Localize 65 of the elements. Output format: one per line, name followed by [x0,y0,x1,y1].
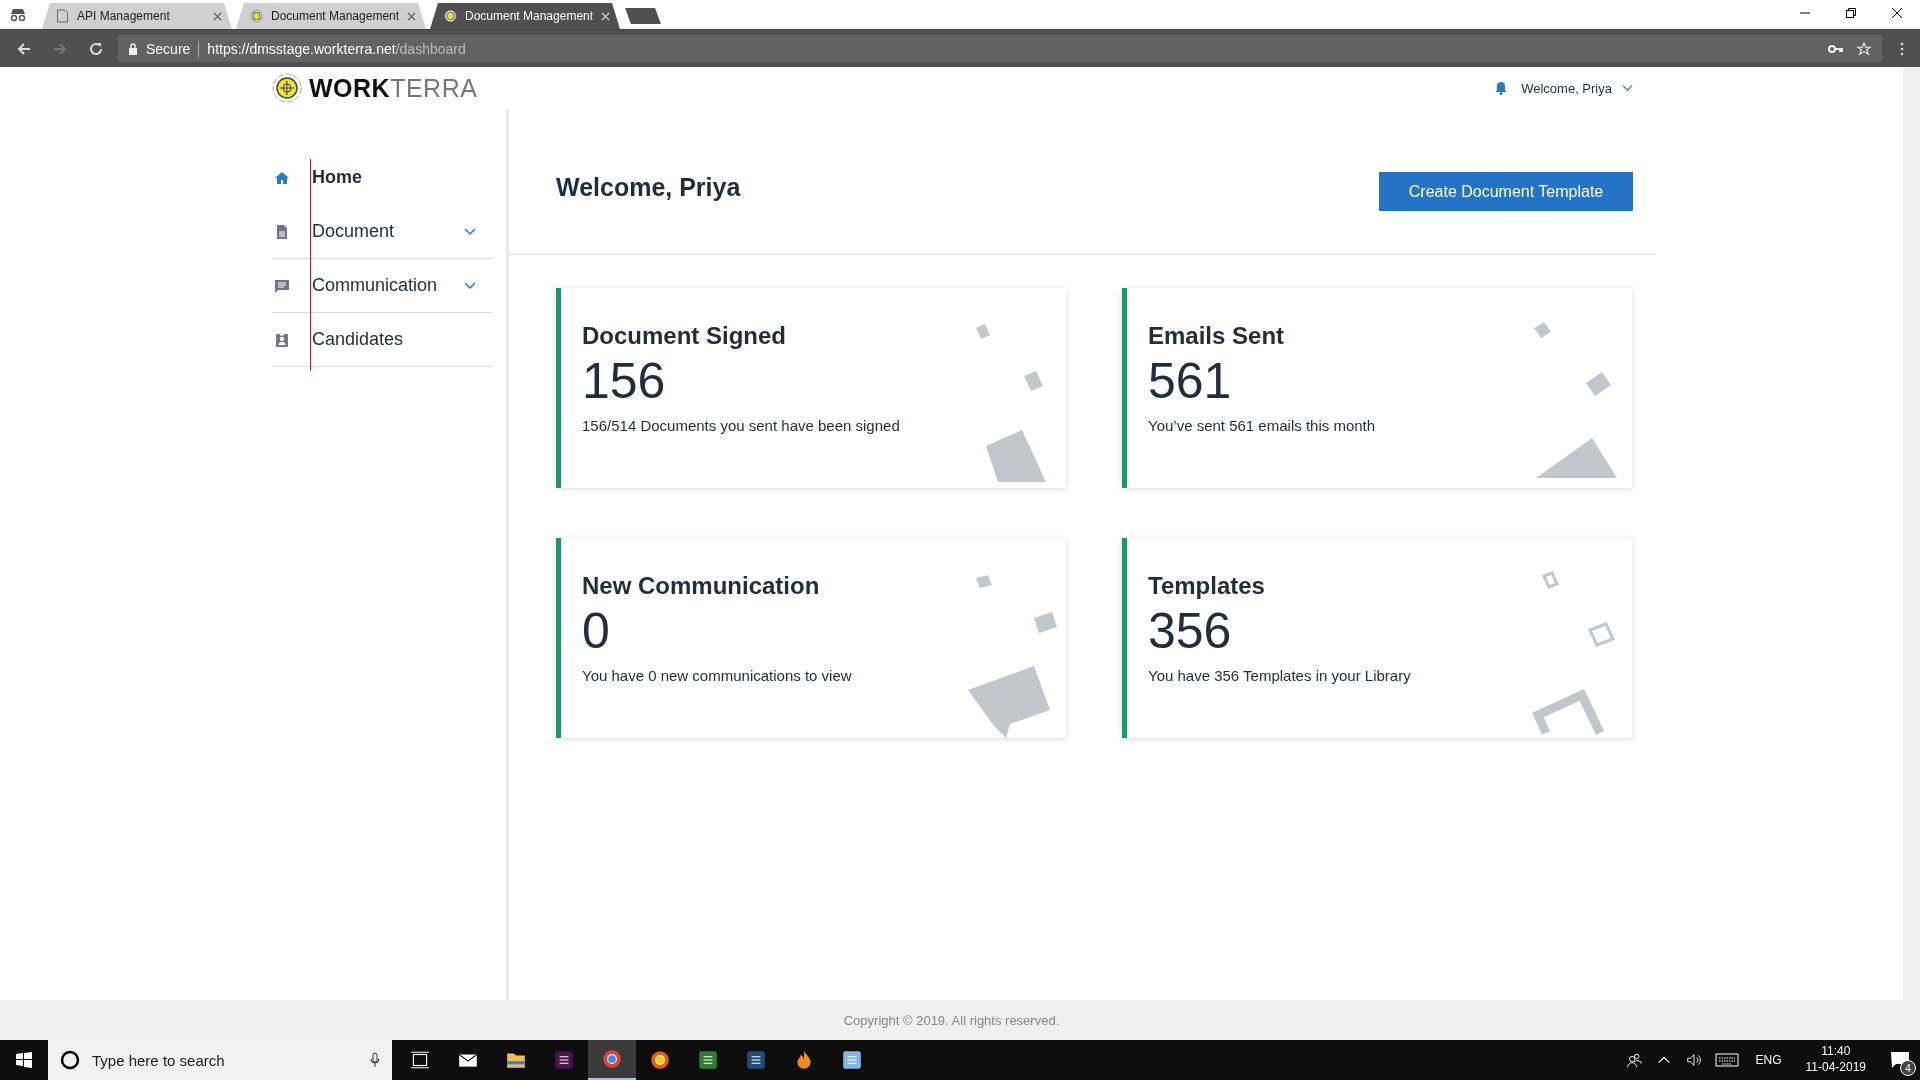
new-tab-button[interactable] [625,8,661,24]
workterra-logo[interactable]: WORKTERRA [272,73,478,103]
close-tab-icon[interactable] [213,11,222,21]
target-logo-icon [444,9,457,23]
browser-ring-icon [601,1048,623,1070]
reload-icon[interactable] [88,40,104,57]
target-logo-icon [250,9,263,23]
stat-value: 0 [582,604,611,659]
taskbar-app[interactable] [588,1040,636,1080]
card-title: New Communication [582,572,821,600]
card-caption: You’ve sent 561 emails this month [1148,417,1377,434]
create-template-button[interactable]: Create Document Template [1379,172,1633,211]
app-tile-icon [553,1049,575,1071]
incognito-icon [8,8,28,22]
sidebar-item[interactable]: Candidates [272,313,492,367]
chevron-down-icon[interactable] [1622,84,1633,92]
chevron-down-icon[interactable] [464,227,476,236]
clock[interactable]: 11:40 11-04-2019 [1805,1044,1866,1076]
keyboard-icon[interactable] [1715,1051,1740,1069]
back-icon[interactable] [16,40,32,57]
search-input[interactable]: Type here to search [90,1050,370,1070]
card-caption: You have 356 Templates in your Library [1148,667,1412,684]
stat-value: 561 [1148,354,1233,409]
sidebar-item[interactable]: Communication [272,259,492,313]
cortana-circle-icon [60,1050,80,1070]
card-caption: You have 0 new communications to view [582,667,853,684]
id-badge-icon [274,331,290,348]
stat-value: 356 [1148,604,1233,659]
browser-tab[interactable]: API Management [42,3,232,29]
scrollbar[interactable] [1903,67,1920,1000]
card-caption: 156/514 Documents you sent have been signed [582,417,901,434]
sidebar-item[interactable]: Home [272,151,492,205]
speaker-icon[interactable] [1685,1051,1704,1069]
message-icon [274,277,290,294]
app-tile-icon [841,1049,863,1071]
page-icon [56,9,69,23]
card-title: Templates [1148,572,1266,600]
bell-icon[interactable] [1495,81,1508,95]
app-tile-icon [745,1049,767,1071]
browser-tab[interactable]: Document Management [430,3,620,29]
page-title: Welcome, Priya [556,173,741,202]
star-icon[interactable] [1856,41,1872,56]
microphone-icon[interactable] [370,1052,380,1068]
language-indicator[interactable]: ENG [1755,1053,1782,1067]
address-field[interactable]: Secure https://dmsstage.workterra.net/dashboard [118,35,1882,62]
copyright-text: Copyright © 2019. All rights reserved. [843,1012,1060,1028]
card-title: Emails Sent [1148,322,1286,350]
menu-icon[interactable] [1900,41,1904,56]
chevron-down-icon[interactable] [464,281,476,290]
stat-value: 156 [582,354,667,409]
lock-icon [128,42,138,55]
close-tab-icon[interactable] [407,11,416,21]
user-menu[interactable]: Welcome, Priya [1521,80,1612,96]
document-icon [274,223,290,240]
app-tile-icon [697,1049,719,1071]
notification-count: 4 [1900,1060,1916,1076]
people-icon[interactable] [1625,1051,1644,1069]
card-title: Document Signed [582,322,787,350]
task-view-icon [409,1049,431,1071]
sidebar-item[interactable]: Document [272,205,492,259]
browser-tab[interactable]: Document Management [236,3,426,29]
globe-icon [649,1049,671,1071]
action-center-button[interactable]: 4 [1880,1040,1920,1080]
home-icon [274,169,290,186]
taskbar-search-bar[interactable]: Type here to search [48,1040,392,1080]
